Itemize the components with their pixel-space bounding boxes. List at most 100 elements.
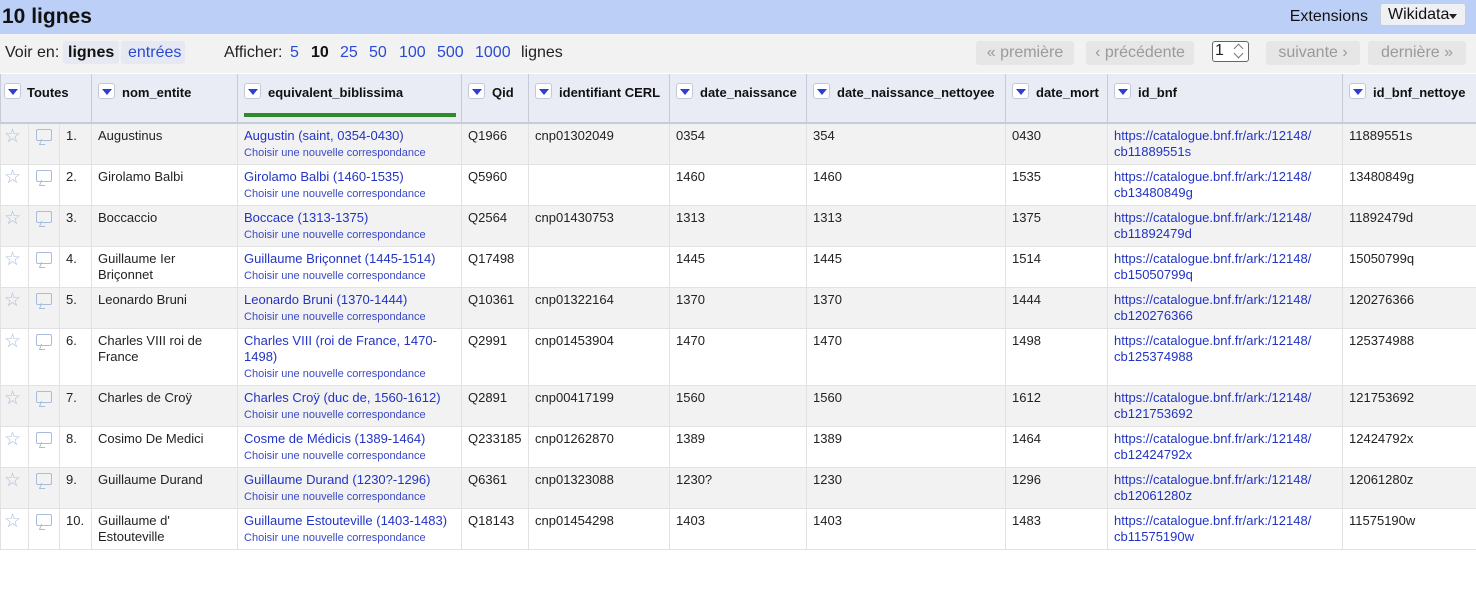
- wikidata-button[interactable]: Wikidata: [1380, 3, 1466, 26]
- cell-id-bnf[interactable]: https://catalogue.bnf.fr/ark:/12148/cb12…: [1107, 467, 1343, 509]
- star-icon[interactable]: ☆: [4, 471, 21, 490]
- match-link[interactable]: Cosme de Médicis (1389-1464): [244, 431, 425, 446]
- column-menu-icon[interactable]: [676, 83, 694, 99]
- cell-date-naissance[interactable]: 1313: [669, 205, 807, 247]
- cell-id-bnf-nettoyee[interactable]: 121753692: [1342, 385, 1476, 427]
- cell-date-mort[interactable]: 1296: [1005, 467, 1108, 509]
- cell-id-bnf-nettoyee[interactable]: 11892479d: [1342, 205, 1476, 247]
- cell-qid[interactable]: Q18143: [461, 508, 529, 550]
- cell-qid[interactable]: Q6361: [461, 467, 529, 509]
- cell-id-bnf-nettoyee[interactable]: 11575190w: [1342, 508, 1476, 550]
- cell-date-mort[interactable]: 1514: [1005, 246, 1108, 288]
- choose-new-match-link[interactable]: Choisir une nouvelle correspondance: [244, 310, 455, 324]
- bnf-link[interactable]: https://catalogue.bnf.fr/ark:/12148/cb11…: [1114, 513, 1311, 544]
- cell-date-mort[interactable]: 1483: [1005, 508, 1108, 550]
- cell-cerl[interactable]: cnp01322164: [528, 287, 670, 329]
- column-menu-icon[interactable]: [1012, 83, 1030, 99]
- page-size-25[interactable]: 25: [340, 44, 358, 62]
- cell-date-naissance[interactable]: 0354: [669, 123, 807, 165]
- cell-qid[interactable]: Q2891: [461, 385, 529, 427]
- bnf-link[interactable]: https://catalogue.bnf.fr/ark:/12148/cb11…: [1114, 210, 1311, 241]
- cell-date-naissance-nettoyee[interactable]: 1460: [806, 164, 1006, 206]
- cell-id-bnf[interactable]: https://catalogue.bnf.fr/ark:/12148/cb11…: [1107, 508, 1343, 550]
- flag-icon[interactable]: [36, 432, 52, 444]
- match-link[interactable]: Guillaume Estouteville (1403-1483): [244, 513, 447, 528]
- cell-date-naissance-nettoyee[interactable]: 1389: [806, 426, 1006, 468]
- cell-cerl[interactable]: cnp00417199: [528, 385, 670, 427]
- cell-equivalent-biblissima[interactable]: Guillaume Briçonnet (1445-1514) Choisir u…: [237, 246, 462, 288]
- cell-nom-entite[interactable]: Boccaccio: [91, 205, 238, 247]
- column-header-cerl[interactable]: identifiant CERL: [528, 74, 670, 124]
- cell-date-naissance[interactable]: 1389: [669, 426, 807, 468]
- flag-icon[interactable]: [36, 170, 52, 182]
- column-header-date-naissance[interactable]: date_naissance: [669, 74, 807, 124]
- cell-cerl[interactable]: cnp01262870: [528, 426, 670, 468]
- cell-equivalent-biblissima[interactable]: Leonardo Bruni (1370-1444) Choisir une no…: [237, 287, 462, 329]
- cell-qid[interactable]: Q5960: [461, 164, 529, 206]
- flag-icon[interactable]: [36, 211, 52, 223]
- cell-date-naissance[interactable]: 1403: [669, 508, 807, 550]
- star-icon[interactable]: ☆: [4, 291, 21, 310]
- flag-icon[interactable]: [36, 293, 52, 305]
- bnf-link[interactable]: https://catalogue.bnf.fr/ark:/12148/cb13…: [1114, 169, 1311, 200]
- cell-id-bnf[interactable]: https://catalogue.bnf.fr/ark:/12148/cb13…: [1107, 164, 1343, 206]
- star-icon[interactable]: ☆: [4, 209, 21, 228]
- page-size-10[interactable]: 10: [311, 44, 329, 62]
- column-header-equivalent-biblissima[interactable]: equivalent_biblissima: [237, 74, 462, 124]
- cell-id-bnf-nettoyee[interactable]: 120276366: [1342, 287, 1476, 329]
- cell-date-naissance[interactable]: 1460: [669, 164, 807, 206]
- cell-date-naissance-nettoyee[interactable]: 1370: [806, 287, 1006, 329]
- bnf-link[interactable]: https://catalogue.bnf.fr/ark:/12148/cb11…: [1114, 128, 1311, 159]
- bnf-link[interactable]: https://catalogue.bnf.fr/ark:/12148/cb12…: [1114, 333, 1311, 364]
- cell-id-bnf-nettoyee[interactable]: 12061280z: [1342, 467, 1476, 509]
- cell-date-naissance[interactable]: 1560: [669, 385, 807, 427]
- choose-new-match-link[interactable]: Choisir une nouvelle correspondance: [244, 408, 455, 422]
- cell-equivalent-biblissima[interactable]: Charles VIII (roi de France, 1470-1498) C…: [237, 328, 462, 386]
- star-icon[interactable]: ☆: [4, 127, 21, 146]
- column-header-qid[interactable]: Qid: [461, 74, 529, 124]
- page-size-500[interactable]: 500: [437, 44, 464, 62]
- cell-nom-entite[interactable]: Augustinus: [91, 123, 238, 165]
- match-link[interactable]: Guillaume Briçonnet (1445-1514): [244, 251, 436, 266]
- column-menu-icon[interactable]: [244, 83, 262, 99]
- choose-new-match-link[interactable]: Choisir une nouvelle correspondance: [244, 449, 455, 463]
- previous-page-button[interactable]: ‹ précédente: [1086, 41, 1194, 65]
- column-menu-icon[interactable]: [813, 83, 831, 99]
- cell-date-mort[interactable]: 1498: [1005, 328, 1108, 386]
- cell-id-bnf-nettoyee[interactable]: 11889551s: [1342, 123, 1476, 165]
- cell-date-mort[interactable]: 1612: [1005, 385, 1108, 427]
- cell-qid[interactable]: Q1966: [461, 123, 529, 165]
- cell-date-mort[interactable]: 1444: [1005, 287, 1108, 329]
- cell-nom-entite[interactable]: Guillaume Ier Briçonnet: [91, 246, 238, 288]
- bnf-link[interactable]: https://catalogue.bnf.fr/ark:/12148/cb12…: [1114, 431, 1311, 462]
- cell-date-naissance-nettoyee[interactable]: 1230: [806, 467, 1006, 509]
- cell-qid[interactable]: Q233185: [461, 426, 529, 468]
- cell-cerl[interactable]: cnp01302049: [528, 123, 670, 165]
- cell-cerl[interactable]: cnp01430753: [528, 205, 670, 247]
- cell-date-naissance-nettoyee[interactable]: 1445: [806, 246, 1006, 288]
- page-number-input[interactable]: 1: [1212, 41, 1249, 62]
- cell-equivalent-biblissima[interactable]: Boccace (1313-1375) Choisir une nouvelle …: [237, 205, 462, 247]
- cell-nom-entite[interactable]: Girolamo Balbi: [91, 164, 238, 206]
- star-icon[interactable]: ☆: [4, 168, 21, 187]
- star-icon[interactable]: ☆: [4, 250, 21, 269]
- choose-new-match-link[interactable]: Choisir une nouvelle correspondance: [244, 146, 455, 160]
- cell-date-naissance-nettoyee[interactable]: 1313: [806, 205, 1006, 247]
- cell-date-mort[interactable]: 1375: [1005, 205, 1108, 247]
- choose-new-match-link[interactable]: Choisir une nouvelle correspondance: [244, 490, 455, 504]
- column-header-all[interactable]: Toutes: [0, 74, 92, 124]
- cell-qid[interactable]: Q10361: [461, 287, 529, 329]
- column-menu-icon[interactable]: [4, 83, 21, 99]
- cell-id-bnf[interactable]: https://catalogue.bnf.fr/ark:/12148/cb11…: [1107, 205, 1343, 247]
- cell-nom-entite[interactable]: Guillaume Durand: [91, 467, 238, 509]
- column-menu-icon[interactable]: [1349, 83, 1367, 99]
- cell-date-naissance[interactable]: 1230?: [669, 467, 807, 509]
- star-icon[interactable]: ☆: [4, 332, 21, 351]
- cell-cerl[interactable]: [528, 164, 670, 206]
- bnf-link[interactable]: https://catalogue.bnf.fr/ark:/12148/cb15…: [1114, 251, 1311, 282]
- match-link[interactable]: Boccace (1313-1375): [244, 210, 368, 225]
- star-icon[interactable]: ☆: [4, 512, 21, 531]
- cell-cerl[interactable]: cnp01453904: [528, 328, 670, 386]
- cell-date-naissance[interactable]: 1470: [669, 328, 807, 386]
- column-header-date-mort[interactable]: date_mort: [1005, 74, 1108, 124]
